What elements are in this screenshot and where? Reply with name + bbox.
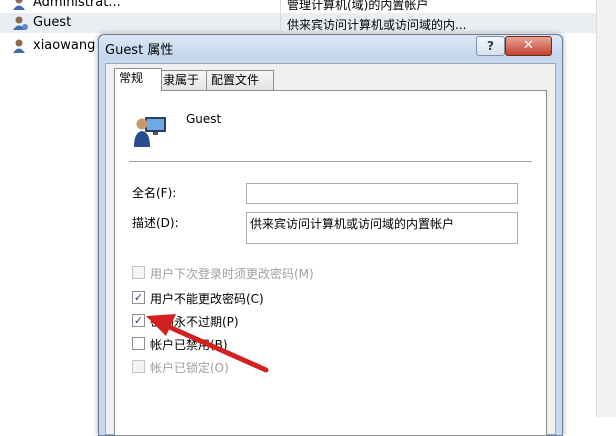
general-tab-panel: Guest 全名(F): 描述(D): 供来宾访问计算机或访问域的内置帐户 用户… (114, 90, 547, 436)
column-separator[interactable] (280, 0, 281, 30)
checkbox[interactable] (132, 337, 145, 350)
full-name-field[interactable] (246, 183, 518, 204)
checkbox-label: 帐户已禁用(B) (150, 338, 228, 352)
dialog-titlebar[interactable]: Guest 属性 ? ✕ (99, 35, 562, 59)
description-field[interactable]: 供来宾访问计算机或访问域的内置帐户 (246, 212, 518, 244)
tab-profile[interactable]: 配置文件 (206, 70, 274, 90)
checkbox-checked[interactable]: ✓ (132, 314, 145, 327)
list-item-name: Guest (33, 15, 72, 30)
scrollbar[interactable] (596, 0, 616, 417)
user-icon (13, 16, 28, 30)
user-name-label: Guest (186, 112, 222, 126)
checkbox-checked[interactable]: ✓ (132, 291, 145, 304)
list-item-name: Administrat... (33, 0, 121, 10)
user-avatar-icon (134, 117, 166, 147)
tab-member-of[interactable]: 隶属于 (158, 70, 210, 90)
checkbox[interactable] (132, 266, 145, 279)
guest-properties-dialog: Guest 属性 ? ✕ 常规 隶属于 配置文件 Guest 全名(F): 描述… (98, 34, 563, 436)
checkbox-label: 密码永不过期(P) (150, 315, 239, 329)
dialog-client-area: 常规 隶属于 配置文件 Guest 全名(F): 描述(D): 供来宾访问计算机… (105, 63, 556, 436)
list-item-guest[interactable]: Guest 供来宾访问计算机或访问域的内... (0, 13, 616, 33)
help-button[interactable]: ? (476, 36, 505, 56)
tab-general[interactable]: 常规 (114, 68, 162, 91)
divider (129, 161, 532, 162)
dialog-title: Guest 属性 (105, 43, 174, 58)
list-item-description: 供来宾访问计算机或访问域的内... (287, 18, 467, 32)
full-name-label: 全名(F): (132, 186, 177, 200)
description-label: 描述(D): (132, 216, 179, 230)
checkbox-label: 帐户已锁定(O) (150, 361, 229, 375)
checkbox-label: 用户下次登录时须更改密码(M) (150, 267, 314, 281)
user-icon (13, 39, 25, 53)
list-item-administrator[interactable]: Administrat... 管理计算机(域)的内置帐户 (0, 0, 616, 13)
list-item-description: 管理计算机(域)的内置帐户 (287, 0, 429, 12)
close-button[interactable]: ✕ (505, 36, 552, 56)
checkbox[interactable] (132, 360, 145, 373)
list-item-name: xiaowang (33, 38, 96, 53)
user-icon (13, 0, 25, 10)
checkbox-label: 用户不能更改密码(C) (150, 292, 264, 306)
